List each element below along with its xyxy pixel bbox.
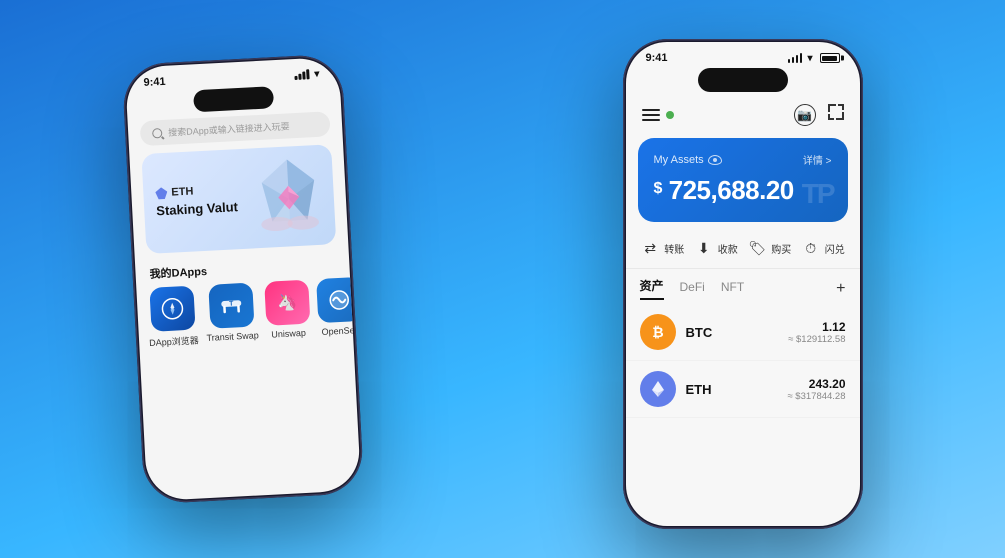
banner-coin: ETH xyxy=(171,186,194,199)
svg-text:₿: ₿ xyxy=(652,324,663,340)
action-receive[interactable]: ⬇ 收款 xyxy=(694,238,738,258)
wifi-icon: ▾ xyxy=(314,68,320,79)
svg-text:T: T xyxy=(228,301,233,308)
transfer-icon: ⇄ xyxy=(640,238,660,258)
phones-container: 9:41 ▾ 搜索DApp或输入链接进入玩耍 xyxy=(53,19,953,539)
banner-coin-row: ETH xyxy=(155,183,237,199)
bitcoin-symbol: ₿ xyxy=(647,321,669,343)
svg-text:🦄: 🦄 xyxy=(276,292,297,312)
hamburger-icon[interactable] xyxy=(642,109,660,121)
dapp-item-opensea[interactable]: OpenSea xyxy=(315,277,360,340)
action-buy-label: 购买 xyxy=(771,241,791,256)
dapp-icon-browser xyxy=(149,286,195,332)
compass-icon xyxy=(159,296,184,321)
banner-line1: Staking Valut xyxy=(155,199,237,218)
asset-row-eth[interactable]: ETH 243.20 ≈ $317844.28 xyxy=(626,361,860,418)
ethereum-symbol xyxy=(647,378,669,400)
action-receive-label: 收款 xyxy=(718,241,738,256)
signal-icon xyxy=(294,69,309,80)
assets-title: My Assets xyxy=(654,154,722,166)
dapp-icon-opensea xyxy=(315,277,360,323)
banner-text: ETH Staking Valut xyxy=(155,183,238,219)
action-transfer-label: 转账 xyxy=(664,241,684,256)
right-status-bar: 9:41 ▾ xyxy=(626,42,860,68)
action-buy[interactable]: 🏷 购买 xyxy=(747,238,791,258)
tab-add-button[interactable]: + xyxy=(836,280,845,298)
eth-values: 243.20 ≈ $317844.28 xyxy=(787,377,845,402)
tab-assets[interactable]: 资产 xyxy=(640,277,664,300)
assets-header: My Assets 详情 > xyxy=(654,152,832,167)
left-dynamic-island xyxy=(193,86,274,112)
left-phone-screen: 9:41 ▾ 搜索DApp或输入链接进入玩耍 xyxy=(124,57,360,502)
buy-icon: 🏷 xyxy=(747,238,767,258)
eth-amount: 243.20 xyxy=(787,377,845,391)
dapp-icon-uniswap: 🦄 xyxy=(263,280,309,326)
action-transfer[interactable]: ⇄ 转账 xyxy=(640,238,684,258)
right-signal-icon xyxy=(788,53,803,63)
action-row: ⇄ 转账 ⬇ 收款 🏷 购买 ⏱ 闪兑 xyxy=(626,232,860,269)
eth-icon xyxy=(155,187,168,200)
tab-defi[interactable]: DeFi xyxy=(680,280,705,298)
currency-symbol: $ xyxy=(654,180,662,198)
dapp-icon-transit: T xyxy=(207,283,253,329)
asset-tabs: 资产 DeFi NFT + xyxy=(626,269,860,304)
menu-dot-group xyxy=(642,109,674,121)
assets-card[interactable]: My Assets 详情 > $ 725,688.20 TP xyxy=(638,138,848,222)
left-time: 9:41 xyxy=(143,76,166,89)
top-right-actions: 📷 xyxy=(794,104,844,126)
amount-value: 725,688.20 xyxy=(669,175,794,205)
tp-watermark: TP xyxy=(802,178,834,210)
unicorn-icon: 🦄 xyxy=(274,290,299,315)
scan-icon[interactable] xyxy=(828,104,844,120)
search-placeholder: 搜索DApp或输入链接进入玩耍 xyxy=(167,119,289,138)
battery-icon xyxy=(820,53,840,63)
left-status-right: ▾ xyxy=(294,68,321,80)
dapp-label-browser: DApp浏览器 xyxy=(148,333,198,349)
top-icons-row: 📷 xyxy=(626,100,860,134)
dapp-item-uniswap[interactable]: 🦄 Uniswap xyxy=(263,280,310,343)
btc-amount: 1.12 xyxy=(788,320,845,334)
receive-icon: ⬇ xyxy=(694,238,714,258)
eth-usd: ≈ $317844.28 xyxy=(787,391,845,402)
camera-icon[interactable]: 📷 xyxy=(794,104,816,126)
dapps-row: DApp浏览器 T Transit Swap xyxy=(136,277,353,349)
search-icon xyxy=(151,128,162,139)
search-bar[interactable]: 搜索DApp或输入链接进入玩耍 xyxy=(139,111,330,146)
btc-icon: ₿ xyxy=(640,314,676,350)
action-swap-label: 闪兑 xyxy=(825,241,845,256)
btc-usd: ≈ $129112.58 xyxy=(788,334,845,345)
assets-detail[interactable]: 详情 > xyxy=(803,152,832,167)
crystal-decoration xyxy=(251,153,325,237)
transit-icon: T xyxy=(217,292,244,319)
right-time: 9:41 xyxy=(646,52,668,64)
left-phone: 9:41 ▾ 搜索DApp或输入链接进入玩耍 xyxy=(121,54,364,505)
right-wifi-icon: ▾ xyxy=(807,53,812,64)
opensea-icon xyxy=(325,286,352,313)
dapp-label-uniswap: Uniswap xyxy=(271,328,306,340)
right-dynamic-island xyxy=(698,68,788,92)
asset-row-btc[interactable]: ₿ BTC 1.12 ≈ $129112.58 xyxy=(626,304,860,361)
eth-coin-icon xyxy=(640,371,676,407)
right-status-right: ▾ xyxy=(788,53,840,64)
tab-nft[interactable]: NFT xyxy=(721,280,744,298)
eye-icon[interactable] xyxy=(708,155,722,165)
eth-banner[interactable]: ETH Staking Valut xyxy=(141,144,336,254)
dapp-item-transit[interactable]: T Transit Swap xyxy=(203,282,258,346)
dapp-label-transit: Transit Swap xyxy=(206,330,259,343)
online-indicator xyxy=(666,111,674,119)
eth-name: ETH xyxy=(686,382,778,397)
dapp-item-browser[interactable]: DApp浏览器 xyxy=(146,285,199,349)
swap-icon: ⏱ xyxy=(801,238,821,258)
action-swap[interactable]: ⏱ 闪兑 xyxy=(801,238,845,258)
right-phone: 9:41 ▾ xyxy=(623,39,863,529)
btc-name: BTC xyxy=(686,325,779,340)
dapp-label-opensea: OpenSea xyxy=(321,325,360,337)
right-phone-screen: 9:41 ▾ xyxy=(626,42,860,526)
assets-title-text: My Assets xyxy=(654,154,704,166)
banner-subtitle: Staking Valut xyxy=(155,199,237,219)
btc-values: 1.12 ≈ $129112.58 xyxy=(788,320,845,345)
